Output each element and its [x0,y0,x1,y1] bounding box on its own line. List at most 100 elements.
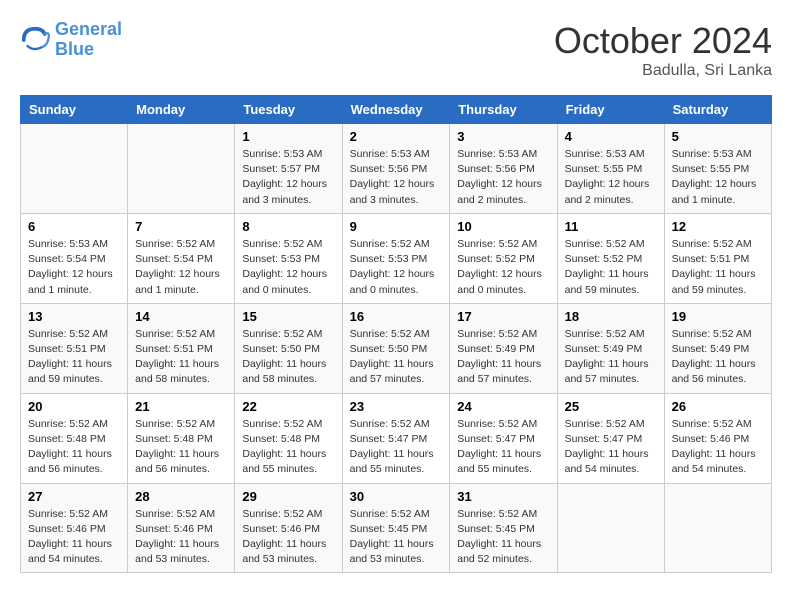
day-info: Sunrise: 5:53 AM Sunset: 5:55 PM Dayligh… [672,147,764,208]
day-number: 4 [565,129,657,144]
calendar-cell: 25 Sunrise: 5:52 AM Sunset: 5:47 PM Dayli… [557,393,664,483]
calendar-cell: 21 Sunrise: 5:52 AM Sunset: 5:48 PM Dayli… [128,393,235,483]
calendar-cell: 8 Sunrise: 5:52 AM Sunset: 5:53 PM Daylig… [235,213,342,303]
calendar-cell: 27Sunrise: 5:52 AM Sunset: 5:46 PM Dayli… [21,483,128,573]
calendar-cell [557,483,664,573]
day-number: 25 [565,399,657,414]
day-info: Sunrise: 5:52 AM Sunset: 5:45 PM Dayligh… [457,507,549,568]
calendar-cell: 13 Sunrise: 5:52 AM Sunset: 5:51 PM Dayli… [21,303,128,393]
day-header: Thursday [450,96,557,124]
day-header: Monday [128,96,235,124]
day-info: Sunrise: 5:52 AM Sunset: 5:45 PM Dayligh… [350,507,443,568]
calendar-week-row: 13 Sunrise: 5:52 AM Sunset: 5:51 PM Dayli… [21,303,772,393]
day-info: Sunrise: 5:52 AM Sunset: 5:53 PM Dayligh… [242,237,334,298]
location-title: Badulla, Sri Lanka [554,62,772,80]
day-number: 20 [28,399,120,414]
logo-icon [20,25,50,55]
day-info: Sunrise: 5:53 AM Sunset: 5:57 PM Dayligh… [242,147,334,208]
day-number: 3 [457,129,549,144]
day-number: 19 [672,309,764,324]
day-number: 8 [242,219,334,234]
day-number: 26 [672,399,764,414]
calendar-week-row: 6 Sunrise: 5:53 AM Sunset: 5:54 PM Daylig… [21,213,772,303]
day-info: Sunrise: 5:52 AM Sunset: 5:46 PM Dayligh… [672,417,764,478]
calendar-cell: 11Sunrise: 5:52 AM Sunset: 5:52 PM Dayli… [557,213,664,303]
calendar-cell: 17 Sunrise: 5:52 AM Sunset: 5:49 PM Dayli… [450,303,557,393]
month-title: October 2024 [554,20,772,62]
day-number: 12 [672,219,764,234]
day-info: Sunrise: 5:52 AM Sunset: 5:48 PM Dayligh… [135,417,227,478]
day-info: Sunrise: 5:52 AM Sunset: 5:46 PM Dayligh… [242,507,334,568]
logo-text: General Blue [55,20,122,60]
day-number: 6 [28,219,120,234]
day-number: 14 [135,309,227,324]
calendar-cell: 7Sunrise: 5:52 AM Sunset: 5:54 PM Daylig… [128,213,235,303]
calendar-cell: 26 Sunrise: 5:52 AM Sunset: 5:46 PM Dayli… [664,393,771,483]
day-info: Sunrise: 5:52 AM Sunset: 5:53 PM Dayligh… [350,237,443,298]
calendar-cell: 19 Sunrise: 5:52 AM Sunset: 5:49 PM Dayli… [664,303,771,393]
day-number: 24 [457,399,549,414]
day-header: Friday [557,96,664,124]
calendar-cell: 3 Sunrise: 5:53 AM Sunset: 5:56 PM Daylig… [450,124,557,214]
calendar-cell: 6 Sunrise: 5:53 AM Sunset: 5:54 PM Daylig… [21,213,128,303]
calendar-cell [21,124,128,214]
day-number: 13 [28,309,120,324]
day-header: Saturday [664,96,771,124]
day-info: Sunrise: 5:52 AM Sunset: 5:51 PM Dayligh… [28,327,120,388]
day-info: Sunrise: 5:52 AM Sunset: 5:50 PM Dayligh… [350,327,443,388]
day-number: 17 [457,309,549,324]
day-info: Sunrise: 5:53 AM Sunset: 5:55 PM Dayligh… [565,147,657,208]
day-number: 2 [350,129,443,144]
day-info: Sunrise: 5:53 AM Sunset: 5:56 PM Dayligh… [350,147,443,208]
calendar-cell [664,483,771,573]
day-info: Sunrise: 5:53 AM Sunset: 5:54 PM Dayligh… [28,237,120,298]
day-info: Sunrise: 5:52 AM Sunset: 5:54 PM Dayligh… [135,237,227,298]
logo: General Blue [20,20,122,60]
day-number: 21 [135,399,227,414]
day-number: 9 [350,219,443,234]
day-number: 30 [350,489,443,504]
calendar-week-row: 1Sunrise: 5:53 AM Sunset: 5:57 PM Daylig… [21,124,772,214]
calendar-cell: 22Sunrise: 5:52 AM Sunset: 5:48 PM Dayli… [235,393,342,483]
day-number: 28 [135,489,227,504]
calendar-cell: 18 Sunrise: 5:52 AM Sunset: 5:49 PM Dayli… [557,303,664,393]
calendar-cell: 5 Sunrise: 5:53 AM Sunset: 5:55 PM Daylig… [664,124,771,214]
calendar-cell [128,124,235,214]
calendar-cell: 16 Sunrise: 5:52 AM Sunset: 5:50 PM Dayli… [342,303,450,393]
day-info: Sunrise: 5:52 AM Sunset: 5:49 PM Dayligh… [457,327,549,388]
day-info: Sunrise: 5:52 AM Sunset: 5:48 PM Dayligh… [242,417,334,478]
day-number: 18 [565,309,657,324]
day-number: 5 [672,129,764,144]
day-header: Tuesday [235,96,342,124]
day-info: Sunrise: 5:52 AM Sunset: 5:47 PM Dayligh… [457,417,549,478]
calendar-cell: 12Sunrise: 5:52 AM Sunset: 5:51 PM Dayli… [664,213,771,303]
title-block: October 2024 Badulla, Sri Lanka [554,20,772,80]
calendar-table: SundayMondayTuesdayWednesdayThursdayFrid… [20,95,772,573]
calendar-cell: 2 Sunrise: 5:53 AM Sunset: 5:56 PM Daylig… [342,124,450,214]
day-info: Sunrise: 5:52 AM Sunset: 5:51 PM Dayligh… [135,327,227,388]
day-number: 29 [242,489,334,504]
day-info: Sunrise: 5:52 AM Sunset: 5:46 PM Dayligh… [135,507,227,568]
calendar-cell: 14 Sunrise: 5:52 AM Sunset: 5:51 PM Dayli… [128,303,235,393]
day-header: Sunday [21,96,128,124]
calendar-week-row: 27Sunrise: 5:52 AM Sunset: 5:46 PM Dayli… [21,483,772,573]
calendar-cell: 1Sunrise: 5:53 AM Sunset: 5:57 PM Daylig… [235,124,342,214]
day-number: 16 [350,309,443,324]
calendar-cell: 15Sunrise: 5:52 AM Sunset: 5:50 PM Dayli… [235,303,342,393]
calendar-cell: 29 Sunrise: 5:52 AM Sunset: 5:46 PM Dayli… [235,483,342,573]
calendar-cell: 30 Sunrise: 5:52 AM Sunset: 5:45 PM Dayli… [342,483,450,573]
calendar-cell: 4 Sunrise: 5:53 AM Sunset: 5:55 PM Daylig… [557,124,664,214]
calendar-cell: 10Sunrise: 5:52 AM Sunset: 5:52 PM Dayli… [450,213,557,303]
day-info: Sunrise: 5:53 AM Sunset: 5:56 PM Dayligh… [457,147,549,208]
day-info: Sunrise: 5:52 AM Sunset: 5:46 PM Dayligh… [28,507,120,568]
day-info: Sunrise: 5:52 AM Sunset: 5:48 PM Dayligh… [28,417,120,478]
day-info: Sunrise: 5:52 AM Sunset: 5:47 PM Dayligh… [565,417,657,478]
page-header: General Blue October 2024 Badulla, Sri L… [20,20,772,80]
day-info: Sunrise: 5:52 AM Sunset: 5:49 PM Dayligh… [672,327,764,388]
day-info: Sunrise: 5:52 AM Sunset: 5:49 PM Dayligh… [565,327,657,388]
day-info: Sunrise: 5:52 AM Sunset: 5:50 PM Dayligh… [242,327,334,388]
day-info: Sunrise: 5:52 AM Sunset: 5:52 PM Dayligh… [565,237,657,298]
calendar-cell: 24 Sunrise: 5:52 AM Sunset: 5:47 PM Dayli… [450,393,557,483]
day-header: Wednesday [342,96,450,124]
calendar-week-row: 20 Sunrise: 5:52 AM Sunset: 5:48 PM Dayli… [21,393,772,483]
